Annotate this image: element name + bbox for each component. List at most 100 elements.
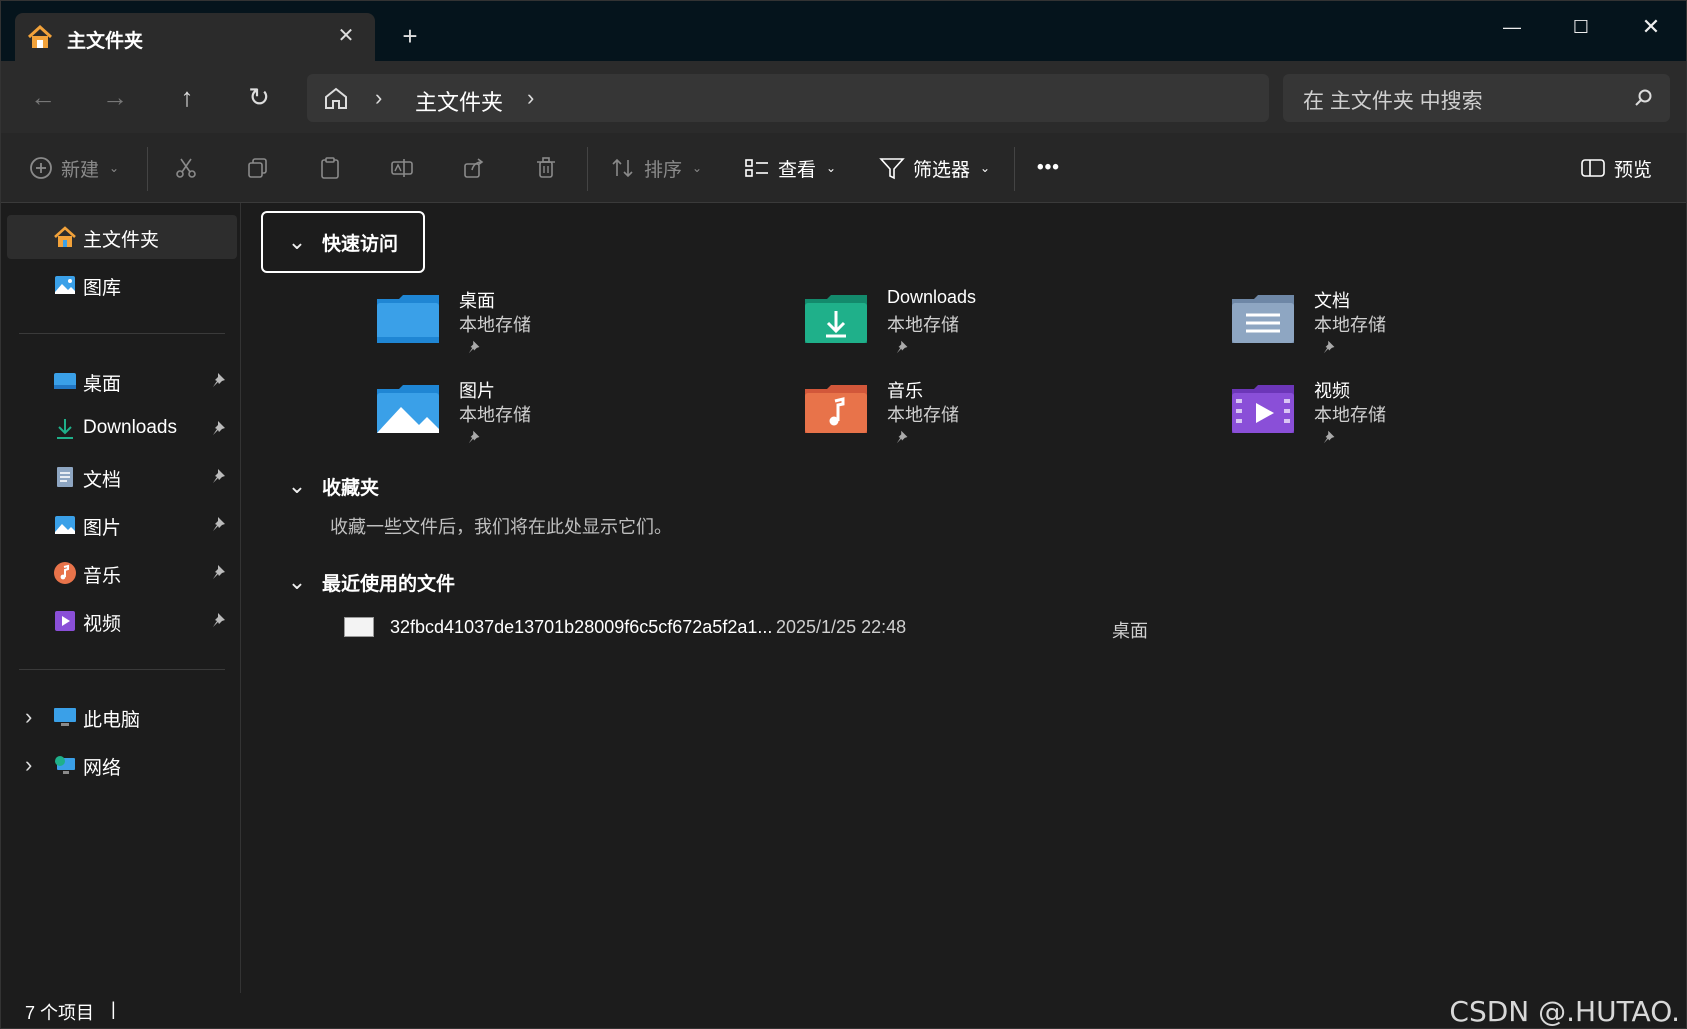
pin-icon xyxy=(468,430,480,444)
item-count: 7 个项目 xyxy=(25,1003,95,1023)
pin-icon[interactable] xyxy=(211,515,229,533)
collapse-chevron-icon[interactable]: ⌄ xyxy=(280,225,314,259)
sort-button[interactable]: 排序 ⌄ xyxy=(610,153,702,183)
divider xyxy=(587,147,588,191)
chevron-down-icon: ⌄ xyxy=(109,161,120,175)
pictures-icon xyxy=(55,516,75,534)
sort-icon xyxy=(612,158,633,178)
network-icon xyxy=(55,756,75,774)
folder-tile-documents[interactable]: 文档 本地存储 xyxy=(1230,285,1590,365)
sidebar-item-label: 图库 xyxy=(83,278,122,299)
gallery-icon xyxy=(55,276,75,294)
sidebar-item-label: 网络 xyxy=(83,758,122,779)
preview-pane-button[interactable]: 预览 xyxy=(1580,153,1652,183)
close-window-button[interactable]: ✕ xyxy=(1626,9,1676,45)
filter-button[interactable]: 筛选器 ⌄ xyxy=(879,153,990,183)
status-bar: 7 个项目 | CSDN @.HUTAO. xyxy=(1,993,1686,1028)
search-icon[interactable] xyxy=(1634,88,1654,108)
sort-label: 排序 xyxy=(644,159,683,181)
sidebar-item-network[interactable]: › 网络 xyxy=(7,743,237,787)
expand-chevron-icon[interactable]: › xyxy=(25,704,32,730)
paste-button[interactable] xyxy=(318,153,342,183)
sidebar-item-label: 此电脑 xyxy=(83,710,141,731)
folder-tile-desktop[interactable]: 桌面 本地存储 xyxy=(375,285,735,365)
watermark: CSDN @.HUTAO. xyxy=(1449,995,1680,1028)
sidebar-item-this-pc[interactable]: › 此电脑 xyxy=(7,695,237,739)
folder-tile-downloads[interactable]: Downloads 本地存储 xyxy=(803,285,1163,365)
sidebar-item-downloads[interactable]: Downloads xyxy=(7,407,237,451)
pin-icon[interactable] xyxy=(211,467,229,485)
more-options-button[interactable]: ••• xyxy=(1037,153,1060,183)
folder-tile-pictures[interactable]: 图片 本地存储 xyxy=(375,375,735,455)
favorites-empty-message: 收藏一些文件后，我们将在此处显示它们。 xyxy=(330,517,672,537)
sidebar-item-videos[interactable]: 视频 xyxy=(7,599,237,643)
sidebar-item-label: 音乐 xyxy=(83,566,122,587)
sidebar-item-desktop[interactable]: 桌面 xyxy=(7,359,237,403)
chevron-down-icon: ⌄ xyxy=(980,161,991,175)
cut-button[interactable] xyxy=(174,153,198,183)
music-icon xyxy=(54,562,76,584)
address-bar[interactable]: › 主文件夹 › xyxy=(307,74,1269,122)
pin-icon[interactable] xyxy=(211,611,229,629)
refresh-button[interactable]: ↻ xyxy=(241,79,277,115)
section-recent-header[interactable]: ⌄ 最近使用的文件 xyxy=(280,565,455,599)
delete-button[interactable] xyxy=(534,153,558,183)
search-input[interactable]: 在 主文件夹 中搜索 xyxy=(1303,85,1483,115)
recent-file-name: 32fbcd41037de13701b28009f6c5cf672a5f2a1.… xyxy=(390,617,773,637)
sidebar-item-label: 文档 xyxy=(83,470,122,491)
computer-icon xyxy=(54,708,76,726)
breadcrumb-home-folder[interactable]: 主文件夹 xyxy=(415,85,503,117)
folder-location: 本地存储 xyxy=(887,315,959,335)
new-tab-button[interactable]: + xyxy=(395,21,425,51)
sidebar-item-gallery[interactable]: 图库 xyxy=(7,263,237,307)
folder-name: 文档 xyxy=(1314,291,1350,311)
folder-location: 本地存储 xyxy=(459,315,531,335)
sidebar-item-pictures[interactable]: 图片 xyxy=(7,503,237,547)
copy-button[interactable] xyxy=(246,153,270,183)
folder-name: 图片 xyxy=(459,381,495,401)
forward-button[interactable]: → xyxy=(97,79,133,115)
command-bar: 新建 ⌄ 排序 ⌄ 查看 ⌄ 筛选器 ⌄ ••• 预览 xyxy=(1,133,1686,203)
section-favorites-header[interactable]: ⌄ 收藏夹 xyxy=(280,469,379,503)
view-list-icon xyxy=(745,159,768,177)
sidebar-item-music[interactable]: 音乐 xyxy=(7,551,237,595)
downloads-folder-icon xyxy=(805,295,867,343)
folder-tile-videos[interactable]: 视频 本地存储 xyxy=(1230,375,1590,455)
recent-file-row[interactable]: 32fbcd41037de13701b28009f6c5cf672a5f2a1.… xyxy=(342,613,1442,645)
minimize-button[interactable]: — xyxy=(1487,9,1537,45)
section-quick-access-header[interactable]: ⌄ 快速访问 xyxy=(280,225,398,259)
up-button[interactable]: ↑ xyxy=(169,79,205,115)
pin-icon[interactable] xyxy=(211,371,229,389)
chevron-down-icon: ⌄ xyxy=(692,161,703,175)
new-button[interactable]: 新建 ⌄ xyxy=(29,153,119,183)
video-icon xyxy=(55,611,75,631)
download-icon xyxy=(57,419,73,439)
maximize-button[interactable]: ☐ xyxy=(1556,9,1606,45)
sidebar-item-documents[interactable]: 文档 xyxy=(7,455,237,499)
back-button[interactable]: ← xyxy=(25,79,61,115)
tab-close-button[interactable]: ✕ xyxy=(333,23,359,49)
collapse-chevron-icon[interactable]: ⌄ xyxy=(280,469,314,503)
folder-tile-music[interactable]: 音乐 本地存储 xyxy=(803,375,1163,455)
cut-icon xyxy=(176,158,196,178)
pin-icon[interactable] xyxy=(211,419,229,437)
tab-home[interactable]: 主文件夹 ✕ xyxy=(15,13,375,61)
collapse-chevron-icon[interactable]: ⌄ xyxy=(280,565,314,599)
pin-icon xyxy=(896,430,908,444)
sidebar-item-label: 主文件夹 xyxy=(83,230,160,251)
share-button[interactable] xyxy=(462,153,486,183)
folder-location: 本地存储 xyxy=(459,405,531,425)
divider xyxy=(19,669,225,670)
recent-file-location: 桌面 xyxy=(1112,621,1148,641)
share-icon xyxy=(464,158,484,178)
sidebar-item-home[interactable]: 主文件夹 xyxy=(7,215,237,259)
search-box[interactable]: 在 主文件夹 中搜索 xyxy=(1283,74,1670,122)
rename-button[interactable] xyxy=(390,153,414,183)
pin-icon[interactable] xyxy=(211,563,229,581)
expand-chevron-icon[interactable]: › xyxy=(25,752,32,778)
breadcrumb-chevron-icon[interactable]: › xyxy=(375,85,382,111)
home-outline-icon[interactable] xyxy=(323,86,349,110)
view-button[interactable]: 查看 ⌄ xyxy=(744,153,836,183)
pin-icon xyxy=(468,340,480,354)
breadcrumb-chevron-icon[interactable]: › xyxy=(527,85,534,111)
